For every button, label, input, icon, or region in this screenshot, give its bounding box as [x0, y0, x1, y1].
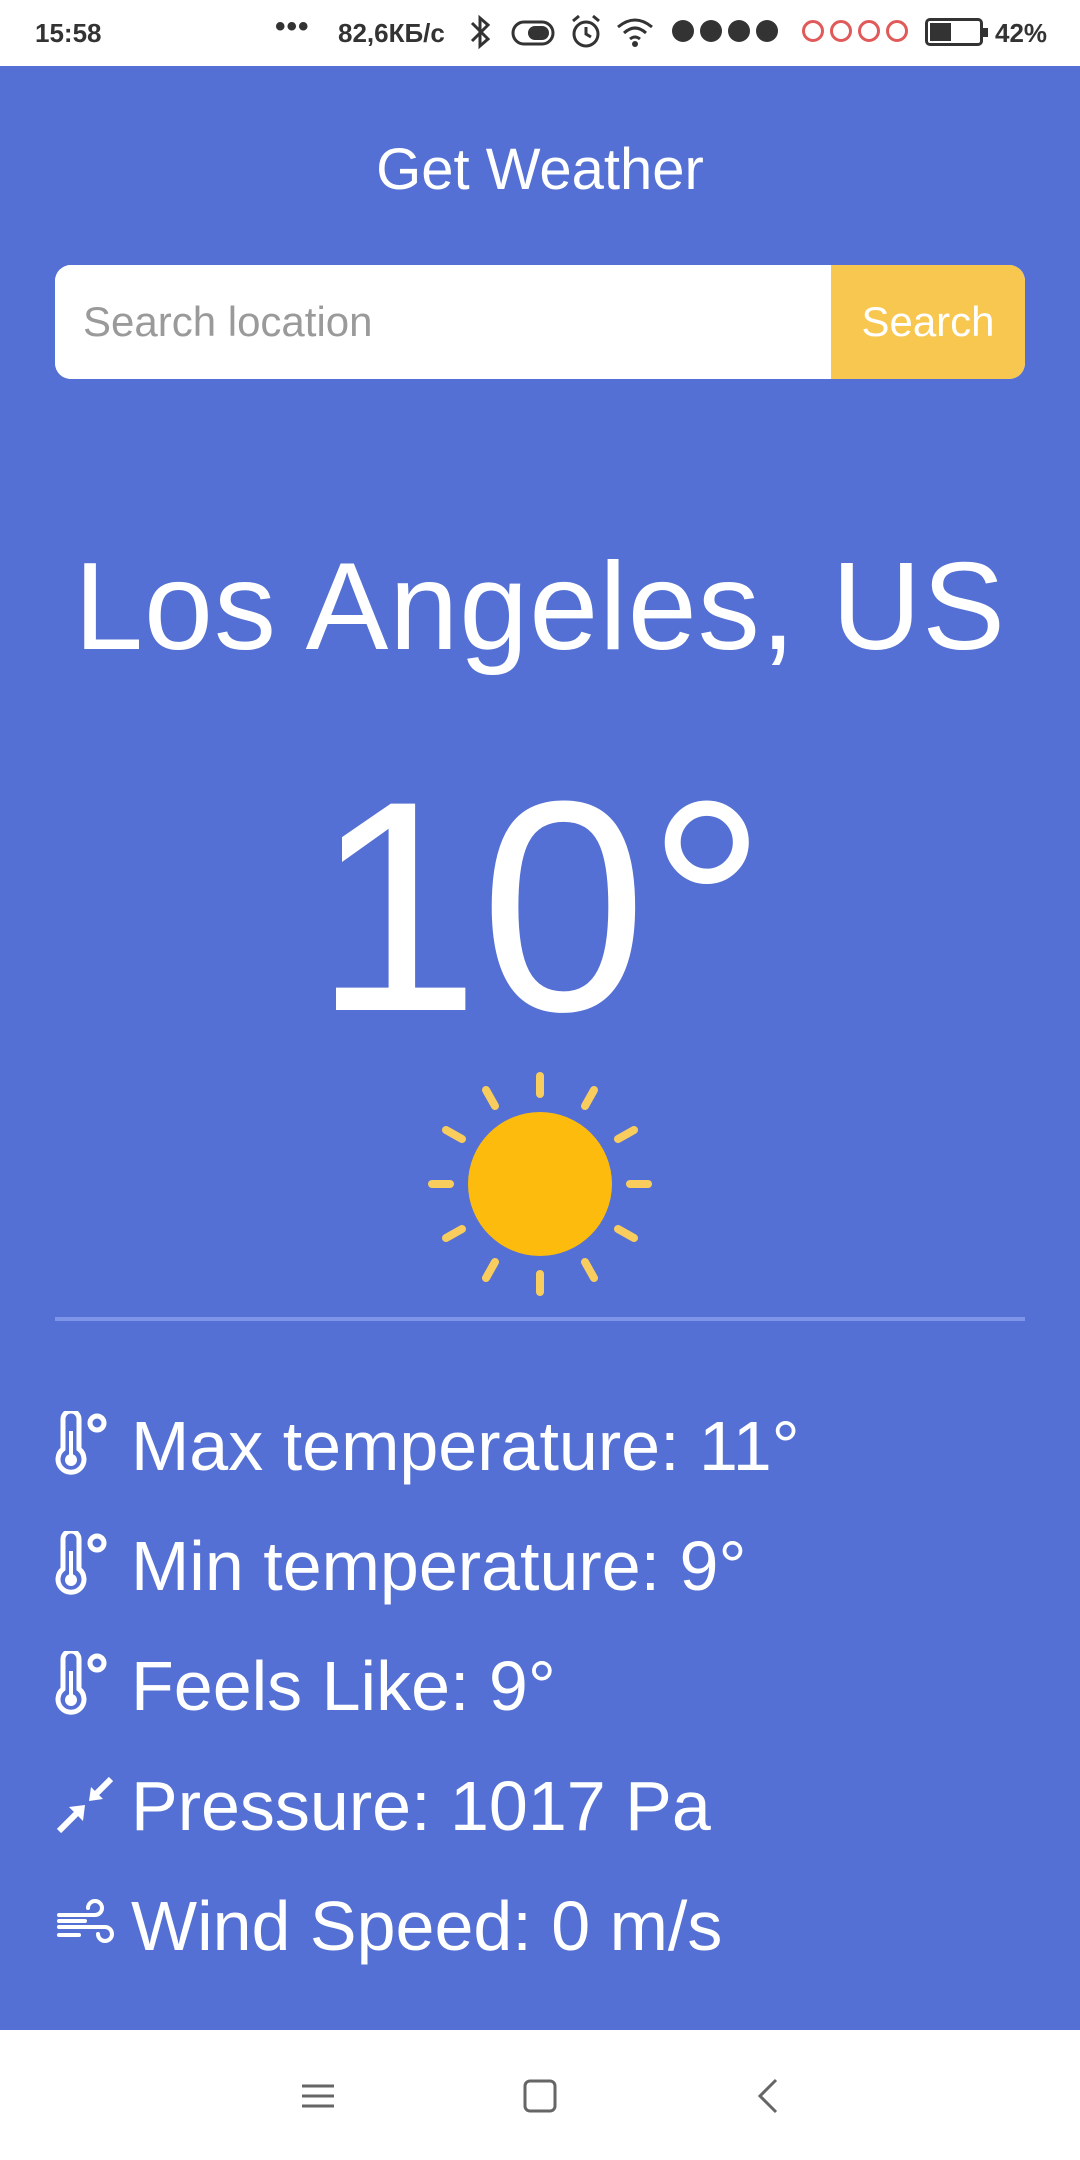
battery-percent: 42% — [995, 18, 1048, 48]
signal-sim2-icon — [802, 20, 908, 42]
search-button[interactable]: Search — [831, 265, 1025, 379]
status-bar: 15:58 ••• 82,6КБ/с 42% — [0, 0, 1080, 66]
current-temperature: 10° — [313, 738, 767, 1074]
detail-wind-speed: Wind Speed: 0 m/s — [55, 1866, 1025, 1986]
detail-max-temperature: Max temperature: 11° — [55, 1386, 1025, 1506]
wind-icon — [57, 1899, 114, 1943]
pressure-arrows-icon — [56, 1776, 114, 1834]
thermometer-icon — [55, 1651, 107, 1715]
battery-icon — [925, 18, 988, 46]
bluetooth-icon — [470, 14, 491, 50]
navigation-bar — [0, 2030, 1080, 2160]
home-icon[interactable] — [510, 2066, 570, 2126]
divider — [55, 1317, 1025, 1321]
status-time: 15:58 — [35, 18, 102, 48]
detail-text: Max temperature: 11° — [131, 1407, 800, 1485]
menu-icon[interactable] — [288, 2066, 348, 2126]
back-icon[interactable] — [738, 2066, 798, 2126]
detail-feels-like: Feels Like: 9° — [55, 1626, 1025, 1746]
app-title: Get Weather — [376, 137, 704, 202]
alarm-icon — [572, 14, 600, 48]
search-bar: Search — [55, 265, 1025, 379]
more-notifications-icon: ••• — [275, 10, 310, 43]
search-input[interactable] — [55, 265, 831, 379]
toggle-icon — [511, 20, 555, 46]
signal-sim1-icon — [672, 20, 778, 42]
network-speed: 82,6КБ/с — [338, 18, 445, 48]
detail-pressure: Pressure: 1017 Pa — [55, 1746, 1025, 1866]
detail-min-temperature: Min temperature: 9° — [55, 1506, 1025, 1626]
wifi-icon — [617, 18, 653, 47]
weather-app: Get Weather Search Los Angeles, US 10° — [0, 66, 1080, 2030]
thermometer-icon — [55, 1531, 107, 1595]
weather-details: Max temperature: 11° Min temperature: 9°… — [55, 1386, 1025, 1986]
detail-text: Feels Like: 9° — [131, 1647, 556, 1725]
detail-text: Wind Speed: 0 m/s — [131, 1887, 723, 1965]
detail-text: Pressure: 1017 Pa — [131, 1767, 711, 1845]
detail-text: Min temperature: 9° — [131, 1527, 747, 1605]
thermometer-icon — [55, 1411, 107, 1475]
sun-icon — [428, 1072, 652, 1296]
location-name: Los Angeles, US — [74, 538, 1006, 676]
